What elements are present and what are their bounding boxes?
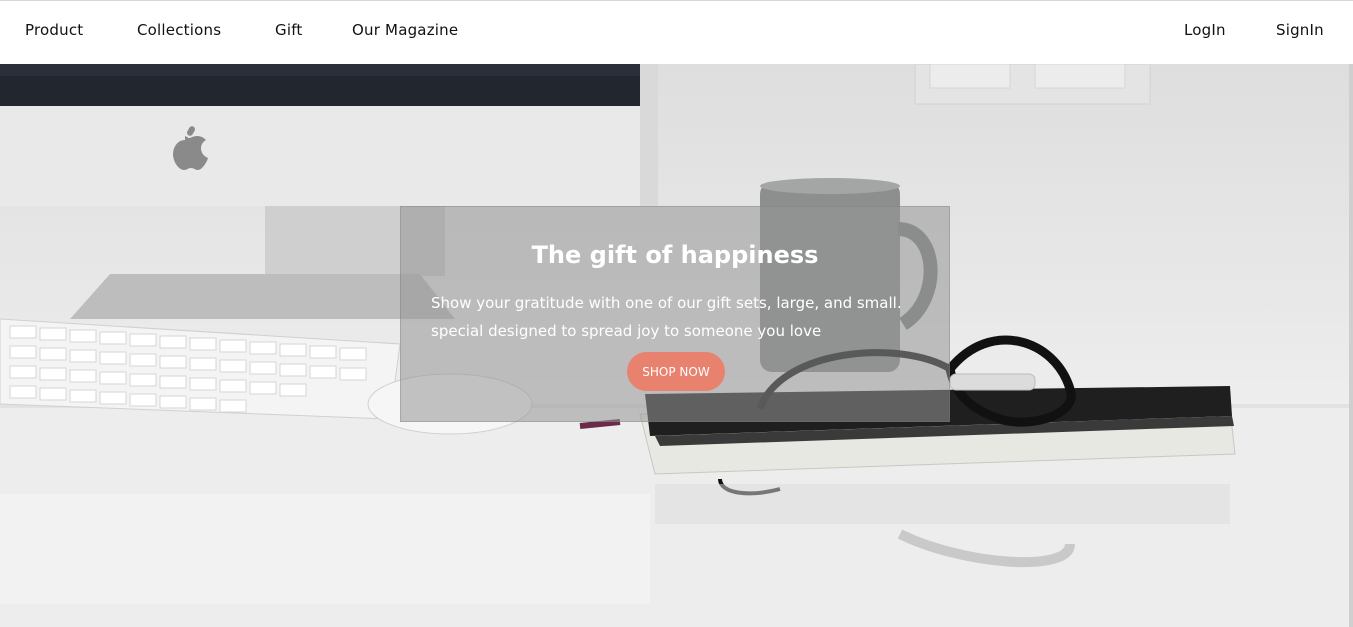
nav-collections-link[interactable]: Collections bbox=[137, 21, 221, 39]
shop-now-button[interactable]: SHOP NOW bbox=[627, 352, 725, 391]
page-scrollbar[interactable] bbox=[1349, 64, 1353, 627]
signin-link[interactable]: SignIn bbox=[1276, 21, 1324, 39]
hero-promo-card: The gift of happiness Show your gratitud… bbox=[400, 206, 950, 422]
hero-description: Show your gratitude with one of our gift… bbox=[431, 294, 902, 340]
top-navigation: Product Collections Gift Our Magazine Lo… bbox=[0, 0, 1353, 64]
nav-product-link[interactable]: Product bbox=[25, 21, 83, 39]
nav-magazine-link[interactable]: Our Magazine bbox=[352, 21, 458, 39]
login-link[interactable]: LogIn bbox=[1184, 21, 1226, 39]
hero-title: The gift of happiness bbox=[531, 241, 819, 269]
nav-gift-link[interactable]: Gift bbox=[275, 21, 303, 39]
hero-section: The gift of happiness Show your gratitud… bbox=[0, 64, 1349, 627]
